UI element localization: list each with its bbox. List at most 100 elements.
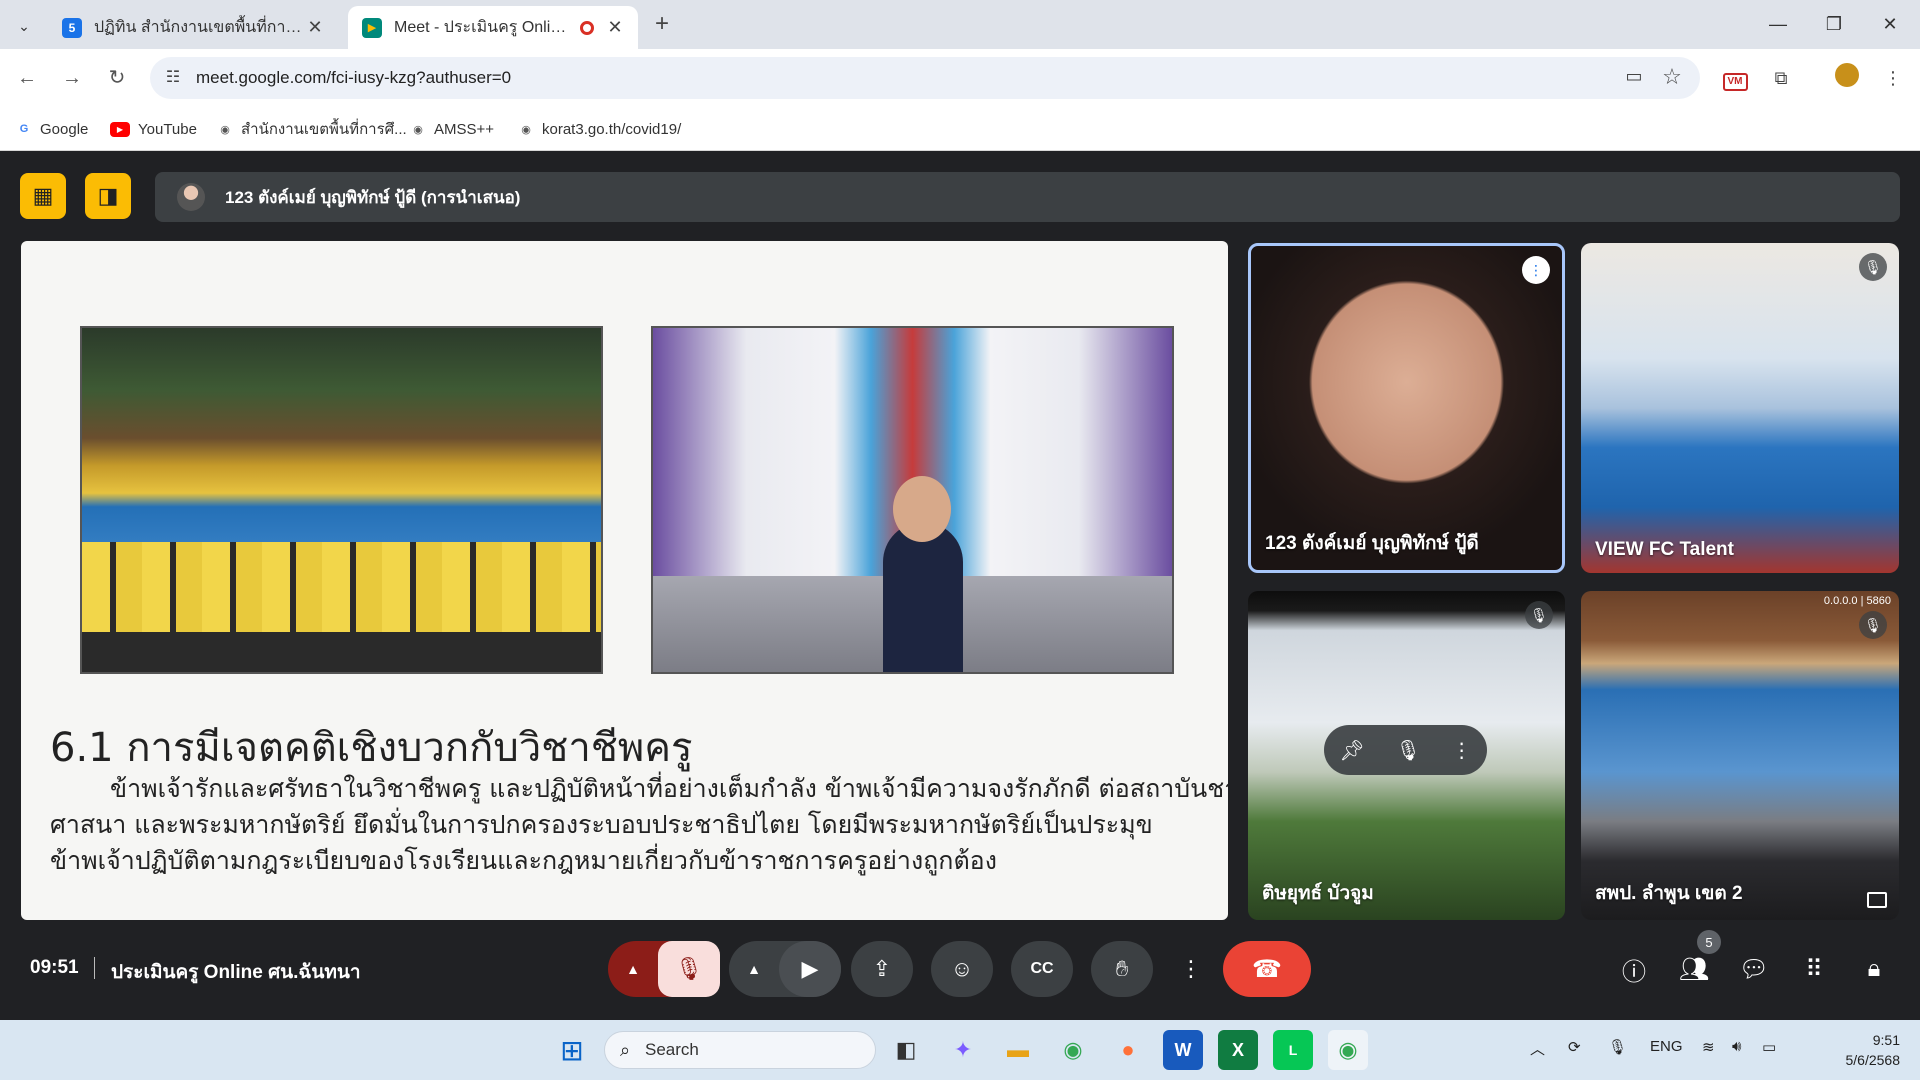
microphone-tray-icon[interactable]: 🎙︎ xyxy=(1608,1038,1627,1056)
photo-person xyxy=(883,522,963,672)
close-window-button[interactable]: ✕ xyxy=(1870,8,1910,40)
excel-icon[interactable]: X xyxy=(1218,1030,1258,1070)
search-label: Search xyxy=(645,1040,699,1059)
activities-icon[interactable]: ⠿ xyxy=(1794,949,1834,989)
more-options-button[interactable]: ⋮ xyxy=(1171,941,1211,997)
mic-off-icon[interactable]: 🎙︎ xyxy=(658,941,720,997)
profile-avatar[interactable] xyxy=(1832,63,1862,93)
photo-crowd xyxy=(82,542,601,632)
restore-button[interactable]: ❐ xyxy=(1814,8,1854,40)
browser-tab-meet[interactable]: ▶ Meet - ประเมินครู Online ศน. ✕ xyxy=(348,6,638,49)
participant-name: ติษยุทธ์ บัวจูม xyxy=(1262,883,1374,904)
slide-body: ข้าพเจ้ารักและศรัทธาในวิชาชีพครู และปฏิบ… xyxy=(50,771,1228,879)
site-info-icon[interactable]: ☷ xyxy=(162,67,184,89)
chevron-up-icon[interactable]: ▲ xyxy=(608,961,658,977)
photo-ground xyxy=(82,632,601,672)
taskbar-clock[interactable]: 9:51 5/6/2568 xyxy=(1820,1030,1901,1070)
taskbar-search[interactable]: ⌕ Search xyxy=(604,1031,876,1069)
slide-line: ศาสนา และพระมหากษัตริย์ ยึดมั่นในการปกคร… xyxy=(50,810,1153,839)
chevron-up-icon[interactable]: ▲ xyxy=(729,961,779,977)
video-options-button[interactable]: ▲ ▶ xyxy=(729,941,841,997)
language-indicator[interactable]: ENG xyxy=(1650,1038,1683,1055)
muted-mic-icon: 🎙︎ xyxy=(1859,253,1887,281)
speaking-indicator-icon: ⋮ xyxy=(1522,256,1550,284)
youtube-icon: ▶ xyxy=(110,121,130,137)
bookmark-amss[interactable]: ◉ AMSS++ xyxy=(410,118,494,140)
meeting-clock: 09:51 xyxy=(30,957,79,978)
picture-in-picture-icon[interactable] xyxy=(1867,892,1887,908)
tray-chevron-icon[interactable]: ︿ xyxy=(1530,1038,1545,1059)
tab-title: Meet - ประเมินครู Online ศน. xyxy=(394,19,572,36)
reactions-button[interactable]: ☺ xyxy=(931,941,993,997)
participant-tile[interactable]: ⋮ 123 ตังค์เมย์ บุญพิทักษ์ ปู้ดี xyxy=(1248,243,1565,573)
google-icon: G xyxy=(19,123,29,135)
volume-icon[interactable]: 🔊︎ xyxy=(1732,1038,1741,1055)
host-controls-icon[interactable]: 🔒︎ xyxy=(1854,949,1894,989)
photo-face xyxy=(893,476,951,542)
new-tab-button[interactable]: + xyxy=(648,10,676,38)
raise-hand-button[interactable]: ✋︎ xyxy=(1091,941,1153,997)
presenting-banner: 123 ตังค์เมย์ บุญพิทักษ์ ปู้ดี (การนำเสน… xyxy=(155,172,1900,222)
participant-tile[interactable]: 🎙︎ 📌︎ 🎙︎ ⋮ ติษยุทธ์ บัวจูม xyxy=(1248,591,1565,920)
browser-tabstrip: ⌄ 5 ปฏิทิน สำนักงานเขตพื้นที่การศึกษาป ✕… xyxy=(0,0,1920,49)
pin-icon[interactable]: 📌︎ xyxy=(1339,738,1364,763)
forward-button[interactable]: → xyxy=(57,63,87,93)
audio-options-button[interactable]: ▲ 🎙︎ xyxy=(608,941,720,997)
camera-icon[interactable]: ▶ xyxy=(779,941,841,997)
copilot-icon[interactable]: ✦ xyxy=(943,1030,983,1070)
line-icon[interactable]: L xyxy=(1273,1030,1313,1070)
task-view-icon[interactable]: ◧ xyxy=(886,1030,926,1070)
divider xyxy=(94,957,95,979)
bookmarks-bar: G Google ▶ YouTube ◉ สำนักงานเขตพื้นที่ก… xyxy=(0,107,1920,151)
mute-participant-icon[interactable]: 🎙︎ xyxy=(1395,738,1420,763)
present-screen-button[interactable]: ⇪ xyxy=(851,941,913,997)
browser-menu-icon[interactable]: ⋮ xyxy=(1878,63,1908,93)
bookmark-google[interactable]: G Google xyxy=(16,118,89,140)
participant-tile[interactable]: 0.0.0.0 | 5860 🎙︎ สพป. ลำพูน เขต 2 xyxy=(1581,591,1899,920)
stream-overlay-text: 0.0.0.0 | 5860 xyxy=(1823,595,1891,607)
browser-tab-calendar[interactable]: 5 ปฏิทิน สำนักงานเขตพื้นที่การศึกษาป ✕ xyxy=(48,6,338,49)
bookmark-youtube[interactable]: ▶ YouTube xyxy=(110,118,197,140)
camera-in-use-icon[interactable]: ▭ xyxy=(1622,66,1646,90)
bookmark-esa-office[interactable]: ◉ สำนักงานเขตพื้นที่การศึ... xyxy=(217,118,406,140)
address-bar[interactable]: ☷ meet.google.com/fci-iusy-kzg?authuser=… xyxy=(150,57,1700,99)
layout-button[interactable]: ◨ xyxy=(85,173,131,219)
globe-icon: ◉ xyxy=(521,123,531,136)
globe-icon: ◉ xyxy=(413,123,423,136)
battery-icon[interactable]: ▭ xyxy=(1762,1038,1776,1056)
slide-photo-group xyxy=(80,326,603,674)
hide-tiles-button[interactable]: ▦ xyxy=(20,173,66,219)
windows-start-icon[interactable]: ⊞ xyxy=(552,1030,592,1070)
extensions-puzzle-icon[interactable]: ⧉ xyxy=(1766,63,1796,93)
wifi-icon[interactable]: ≋ xyxy=(1702,1038,1715,1056)
sync-icon[interactable]: ⟳ xyxy=(1568,1038,1581,1056)
vm-extension-icon[interactable]: VM xyxy=(1720,63,1750,93)
reload-button[interactable]: ↻ xyxy=(102,63,132,93)
url-text: meet.google.com/fci-iusy-kzg?authuser=0 xyxy=(196,68,512,87)
participant-tile[interactable]: 🎙︎ VIEW FC Talent xyxy=(1581,243,1899,573)
firefox-icon[interactable]: ● xyxy=(1108,1030,1148,1070)
recording-indicator-icon xyxy=(580,20,594,35)
chat-icon[interactable]: 💬︎ xyxy=(1734,949,1774,989)
chrome-active-icon[interactable]: ◉ xyxy=(1328,1030,1368,1070)
back-button[interactable]: ← xyxy=(12,63,42,93)
chrome-icon[interactable]: ◉ xyxy=(1053,1030,1093,1070)
tab-close-icon[interactable]: ✕ xyxy=(606,17,624,38)
file-explorer-icon[interactable]: ▬ xyxy=(998,1030,1038,1070)
captions-button[interactable]: CC xyxy=(1011,941,1073,997)
word-icon[interactable]: W xyxy=(1163,1030,1203,1070)
bookmark-star-icon[interactable]: ☆ xyxy=(1660,64,1684,89)
bookmark-korat3[interactable]: ◉ korat3.go.th/covid19/ xyxy=(518,118,681,140)
participant-name: 123 ตังค์เมย์ บุญพิทักษ์ ปู้ดี xyxy=(1265,533,1479,554)
people-icon[interactable]: 👥︎ xyxy=(1674,949,1714,989)
muted-mic-icon: 🎙︎ xyxy=(1525,601,1553,629)
tab-close-icon[interactable]: ✕ xyxy=(306,17,324,38)
leave-call-button[interactable]: ☎︎ xyxy=(1223,941,1311,997)
meeting-info-icon[interactable]: ⓘ xyxy=(1614,949,1654,989)
minimize-button[interactable]: — xyxy=(1758,8,1798,40)
meet-window: ▦ ◨ 123 ตังค์เมย์ บุญพิทักษ์ ปู้ดี (การน… xyxy=(0,151,1920,1020)
tile-more-options-icon[interactable]: ⋮ xyxy=(1452,738,1472,763)
tab-favicon-icon: 5 xyxy=(62,17,82,38)
tab-search-chevron-icon[interactable]: ⌄ xyxy=(10,12,38,40)
muted-mic-icon: 🎙︎ xyxy=(1859,611,1887,639)
